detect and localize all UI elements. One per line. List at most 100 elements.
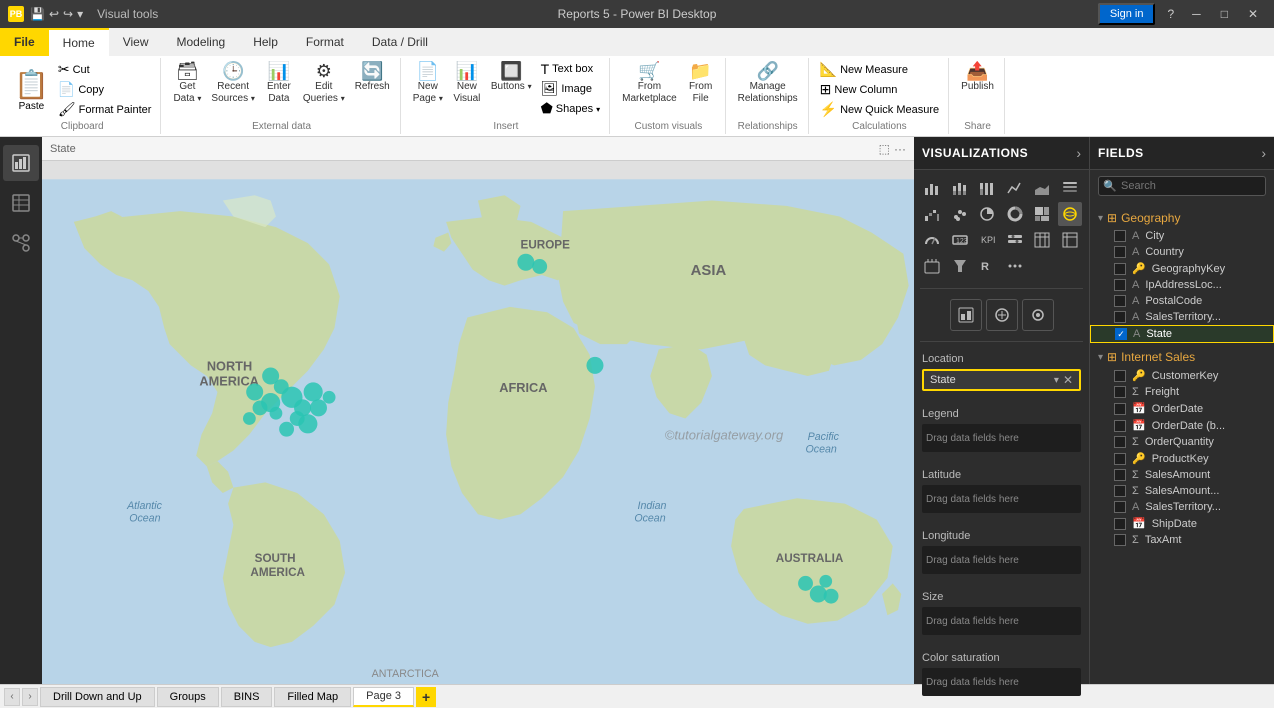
field-postalcode[interactable]: A PostalCode (1090, 293, 1274, 309)
help-icon[interactable]: ? (1161, 7, 1180, 21)
tab-nav-right[interactable]: › (22, 688, 38, 706)
publish-button[interactable]: 📤 Publish (957, 60, 998, 95)
more-visuals-icon[interactable] (1003, 254, 1027, 278)
orderquantity-checkbox[interactable] (1114, 436, 1126, 448)
line-chart-icon[interactable] (1003, 176, 1027, 200)
field-taxamt[interactable]: Σ TaxAmt (1090, 532, 1274, 548)
enter-data-button[interactable]: 📊 EnterData (261, 60, 297, 107)
buttons-button[interactable]: 🔲 Buttons ▾ (487, 60, 536, 95)
card-icon[interactable]: 123 (948, 228, 972, 252)
size-drop-zone[interactable]: Drag data fields here (922, 607, 1081, 635)
gauge-icon[interactable] (920, 228, 944, 252)
field-city[interactable]: A City (1090, 228, 1274, 244)
paste-button[interactable]: 📋 Paste (10, 66, 53, 114)
matrix-icon[interactable] (1058, 228, 1082, 252)
viz-panel-expand-icon[interactable]: › (1076, 145, 1081, 161)
bar-chart-icon[interactable] (920, 176, 944, 200)
tab-data-drill[interactable]: Data / Drill (358, 28, 442, 56)
field-state[interactable]: ✓ A State (1090, 325, 1274, 343)
shipdate-checkbox[interactable] (1114, 518, 1126, 530)
redo-btn[interactable]: ↪ (63, 7, 73, 21)
save-btn[interactable]: 💾 (30, 7, 45, 21)
field-customerkey[interactable]: 🔑 CustomerKey (1090, 367, 1274, 384)
tab-drill-down[interactable]: Drill Down and Up (40, 687, 155, 707)
internet-sales-category-header[interactable]: ▾ ⊞ Internet Sales (1090, 347, 1274, 367)
taxamt-checkbox[interactable] (1114, 534, 1126, 546)
new-measure-button[interactable]: 📐 New Measure (817, 60, 942, 79)
field-geographykey[interactable]: 🔑 GeographyKey (1090, 260, 1274, 277)
location-field-filled[interactable]: State ▾ ✕ (922, 369, 1081, 391)
tab-page-3[interactable]: Page 3 (353, 687, 414, 707)
new-column-button[interactable]: ⊞ New Column (817, 80, 942, 99)
textbox-button[interactable]: T Text box (538, 60, 604, 78)
field-productkey[interactable]: 🔑 ProductKey (1090, 450, 1274, 467)
refresh-button[interactable]: 🔄 Refresh (351, 60, 394, 95)
image-button[interactable]: 🖼 Image (538, 79, 604, 98)
close-button[interactable]: ✕ (1240, 7, 1266, 21)
maximize-button[interactable]: □ (1213, 7, 1236, 21)
field-salesterritory-is[interactable]: A SalesTerritory... (1090, 499, 1274, 515)
stacked-bar-icon[interactable] (948, 176, 972, 200)
salesterritory-is-checkbox[interactable] (1114, 501, 1126, 513)
map-icon[interactable] (1058, 202, 1082, 226)
from-file-button[interactable]: 📁 FromFile (683, 60, 719, 107)
field-orderquantity[interactable]: Σ OrderQuantity (1090, 434, 1274, 450)
analytics-icon[interactable] (986, 299, 1018, 331)
freight-checkbox[interactable] (1114, 386, 1126, 398)
pie-chart-icon[interactable] (975, 202, 999, 226)
shapes-button[interactable]: ⬟ Shapes ▾ (538, 99, 604, 118)
field-country[interactable]: A Country (1090, 244, 1274, 260)
format-painter-button[interactable]: 🖌 Format Painter (55, 100, 155, 119)
undo-btn[interactable]: ↩ (49, 7, 59, 21)
fields-search-input[interactable] (1098, 176, 1266, 196)
fields-panel-expand-icon[interactable]: › (1261, 145, 1266, 161)
tab-bins[interactable]: BINS (221, 687, 273, 707)
legend-drop-zone[interactable]: Drag data fields here (922, 424, 1081, 452)
tab-view[interactable]: View (109, 28, 163, 56)
ipaddress-checkbox[interactable] (1114, 279, 1126, 291)
waterfall-icon[interactable] (920, 202, 944, 226)
copy-button[interactable]: 📄 Copy (55, 80, 155, 99)
new-quick-measure-button[interactable]: ⚡ New Quick Measure (817, 100, 942, 119)
tab-groups[interactable]: Groups (157, 687, 219, 707)
data-view-icon[interactable] (3, 185, 39, 221)
tab-home[interactable]: Home (49, 28, 109, 56)
tab-modeling[interactable]: Modeling (162, 28, 239, 56)
scatter-icon[interactable] (948, 202, 972, 226)
field-salesamount-b[interactable]: Σ SalesAmount... (1090, 483, 1274, 499)
latitude-drop-zone[interactable]: Drag data fields here (922, 485, 1081, 513)
field-freight[interactable]: Σ Freight (1090, 384, 1274, 400)
kpi-icon[interactable]: KPI (975, 228, 999, 252)
sign-in-button[interactable]: Sign in (1098, 3, 1156, 25)
report-view-icon[interactable] (3, 145, 39, 181)
slicer-icon[interactable] (1003, 228, 1027, 252)
state-checkbox[interactable]: ✓ (1115, 328, 1127, 340)
format-icon[interactable] (950, 299, 982, 331)
new-page-button[interactable]: 📄 NewPage ▾ (409, 60, 447, 107)
field-orderdate-b[interactable]: 📅 OrderDate (b... (1090, 417, 1274, 434)
field-shipdate[interactable]: 📅 ShipDate (1090, 515, 1274, 532)
from-marketplace-button[interactable]: 🛒 FromMarketplace (618, 60, 680, 107)
manage-relationships-button[interactable]: 🔗 ManageRelationships (734, 60, 802, 107)
customerkey-checkbox[interactable] (1114, 370, 1126, 382)
field-orderdate[interactable]: 📅 OrderDate (1090, 400, 1274, 417)
geographykey-checkbox[interactable] (1114, 263, 1126, 275)
recent-sources-button[interactable]: 🕒 RecentSources ▾ (207, 60, 258, 107)
orderdate-checkbox[interactable] (1114, 403, 1126, 415)
ribbon-chart-icon[interactable] (1058, 176, 1082, 200)
city-checkbox[interactable] (1114, 230, 1126, 242)
tab-format[interactable]: Format (292, 28, 358, 56)
filled-map-icon[interactable] (920, 254, 944, 278)
tab-help[interactable]: Help (239, 28, 292, 56)
minimize-button[interactable]: ─ (1184, 7, 1209, 21)
table-icon[interactable] (1030, 228, 1054, 252)
postalcode-checkbox[interactable] (1114, 295, 1126, 307)
stacked-area-icon[interactable] (1030, 176, 1054, 200)
add-page-button[interactable]: + (416, 687, 436, 707)
100pct-stacked-bar-icon[interactable] (975, 176, 999, 200)
orderdate-b-checkbox[interactable] (1114, 420, 1126, 432)
edit-queries-button[interactable]: ⚙ EditQueries ▾ (299, 60, 349, 107)
color-saturation-drop-zone[interactable]: Drag data fields here (922, 668, 1081, 696)
tab-filled-map[interactable]: Filled Map (274, 687, 351, 707)
field-salesterritory-geo[interactable]: A SalesTerritory... (1090, 309, 1274, 325)
